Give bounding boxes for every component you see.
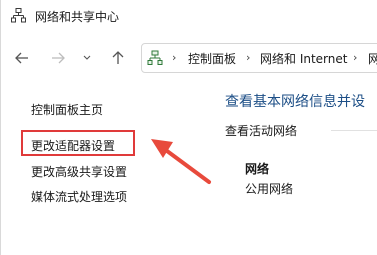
network-type[interactable]: 公用网络	[245, 180, 293, 197]
recent-locations-button[interactable]	[79, 47, 95, 69]
annotation-arrow-icon	[151, 139, 211, 184]
page-title: 查看基本网络信息并设	[225, 94, 365, 110]
window-title: 网络和共享中心	[35, 10, 120, 24]
breadcrumb-network-center[interactable]: 网	[368, 50, 377, 67]
arrow-up-icon	[112, 51, 124, 64]
chevron-right-icon: ›	[246, 51, 251, 64]
network-center-icon	[11, 8, 26, 23]
address-bar[interactable]: › 控制面板 › 网络和 Internet › 网	[141, 43, 377, 73]
arrow-left-icon	[15, 52, 28, 64]
back-button[interactable]	[11, 47, 33, 69]
sidebar-item-media-streaming-options[interactable]: 媒体流式处理选项	[31, 188, 127, 205]
arrow-right-icon	[52, 52, 65, 64]
section-divider	[331, 130, 377, 131]
sidebar-item-advanced-sharing-settings[interactable]: 更改高级共享设置	[31, 163, 127, 180]
chevron-right-icon: ›	[353, 51, 358, 64]
network-name: 网络	[245, 162, 270, 176]
highlight-box	[21, 130, 135, 156]
chevron-down-icon	[83, 55, 91, 60]
window: 网络和共享中心 › 控制面板 › 网络和 Internet › 网 控制面板主页…	[0, 0, 377, 255]
network-icon	[147, 50, 163, 65]
sidebar-item-control-panel-home[interactable]: 控制面板主页	[31, 101, 103, 118]
up-button[interactable]	[107, 47, 129, 69]
breadcrumb-network-internet[interactable]: 网络和 Internet	[260, 50, 347, 67]
breadcrumb-control-panel[interactable]: 控制面板	[188, 50, 236, 67]
active-networks-label: 查看活动网络	[225, 124, 298, 138]
title-bar: 网络和共享中心	[1, 0, 377, 32]
forward-button[interactable]	[47, 47, 69, 69]
navigation-bar: › 控制面板 › 网络和 Internet › 网	[1, 40, 377, 76]
chevron-right-icon: ›	[172, 51, 177, 64]
